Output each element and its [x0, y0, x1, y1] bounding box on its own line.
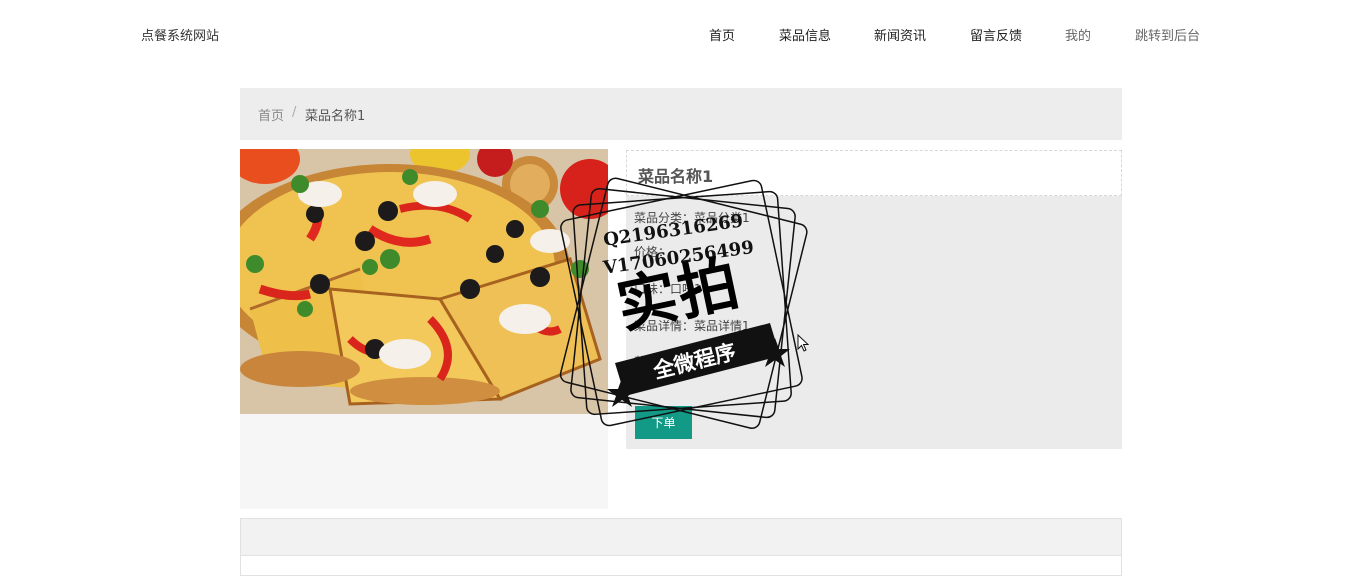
breadcrumb-home[interactable]: 首页	[258, 105, 284, 124]
dish-title-box: 菜品名称1	[626, 150, 1122, 196]
top-nav: 首页 菜品信息 新闻资讯 留言反馈 我的 跳转到后台	[0, 25, 1362, 45]
dish-category: 菜品分类：菜品分类1	[634, 211, 750, 225]
dish-info-panel: 菜品分类：菜品分类1 价格： 口味：口味1 菜品详情：菜品详情1 菜品推荐： 下…	[626, 196, 1122, 449]
nav-feedback[interactable]: 留言反馈	[970, 25, 1022, 44]
nav-mine[interactable]: 我的	[1065, 25, 1091, 44]
breadcrumb: 首页 / 菜品名称1	[240, 88, 1122, 140]
dish-flavor: 口味：口味1	[634, 282, 702, 296]
dish-price: 价格：	[634, 245, 671, 259]
order-button[interactable]: 下单	[635, 406, 692, 439]
dish-title: 菜品名称1	[638, 167, 714, 186]
image-column	[240, 149, 608, 509]
mouse-cursor-icon	[797, 334, 809, 352]
dish-image	[240, 149, 608, 414]
breadcrumb-current: 菜品名称1	[305, 109, 366, 124]
nav-home[interactable]: 首页	[709, 25, 735, 44]
breadcrumb-separator: /	[292, 105, 297, 120]
nav-admin[interactable]: 跳转到后台	[1135, 25, 1200, 44]
dish-detail: 菜品详情：菜品详情1	[634, 319, 750, 333]
comment-section	[240, 518, 1122, 576]
comment-section-header	[241, 519, 1121, 556]
nav-news[interactable]: 新闻资讯	[874, 25, 926, 44]
nav-dishes[interactable]: 菜品信息	[779, 25, 831, 44]
dish-recommend: 菜品推荐：	[634, 355, 695, 369]
